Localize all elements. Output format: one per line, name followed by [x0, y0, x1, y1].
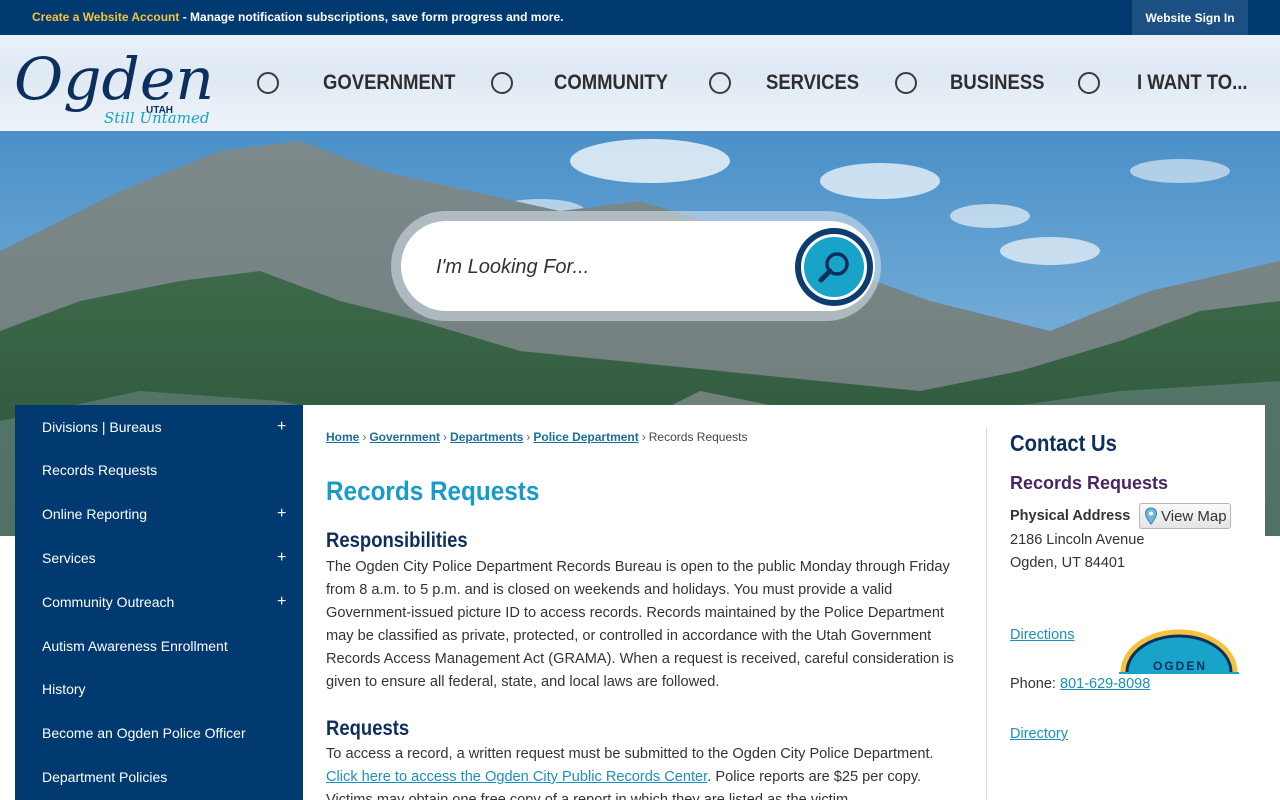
sidebar-item-label: Online Reporting [42, 506, 148, 522]
nav-label: SERVICES [766, 71, 860, 94]
sidebar-item-services[interactable]: Services + [15, 536, 303, 580]
logo-wordmark: Ogden [14, 45, 214, 113]
page-title: Records Requests [326, 476, 540, 506]
directory-link[interactable]: Directory [1010, 726, 1068, 742]
contact-title: Contact Us [1010, 430, 1117, 456]
nav-label: I WANT TO... [1137, 71, 1248, 94]
ogden-badge-text: OGDEN [1153, 659, 1207, 673]
create-account-link[interactable]: Create a Website Account [32, 10, 179, 24]
expand-icon[interactable]: + [277, 418, 286, 436]
breadcrumb-separator: › [362, 430, 367, 444]
sidebar-item-online-reporting[interactable]: Online Reporting + [15, 492, 303, 536]
breadcrumb-current: Records Requests [648, 430, 748, 444]
sidebar-nav: Divisions | Bureaus + Records Requests O… [15, 405, 303, 800]
nav-label: GOVERNMENT [323, 71, 456, 94]
requests-text-line1: To access a record, a written request mu… [326, 746, 934, 762]
nav-circle-icon [491, 72, 513, 94]
sidebar-item-label: Department Policies [42, 769, 168, 785]
expand-icon[interactable]: + [277, 505, 286, 523]
requests-text: To access a record, a written request mu… [326, 743, 966, 800]
physical-address-label: Physical Address [1010, 508, 1131, 524]
sidebar-item-label: History [42, 681, 86, 697]
sidebar-item-department-policies[interactable]: Department Policies [15, 755, 303, 799]
logo-tagline: Still Untamed [104, 109, 209, 127]
nav-circle-icon [257, 72, 279, 94]
sidebar-item-label: Divisions | Bureaus [42, 419, 162, 435]
breadcrumb-link-departments[interactable]: Departments [450, 430, 523, 444]
column-divider [986, 428, 987, 800]
nav-label: BUSINESS [950, 71, 1045, 94]
search-icon [801, 234, 867, 300]
nav-circle-icon [1078, 72, 1100, 94]
sidebar-item-label: Become an Ogden Police Officer [42, 725, 246, 741]
map-pin-icon [1144, 507, 1158, 525]
nav-community[interactable]: COMMUNITY [491, 35, 671, 131]
nav-business[interactable]: BUSINESS [895, 35, 1055, 131]
search-button[interactable] [795, 228, 873, 306]
phone-link[interactable]: 801-629-8098 [1060, 676, 1150, 692]
requests-heading: Requests [326, 717, 410, 740]
view-map-button[interactable]: View Map [1139, 503, 1231, 529]
expand-icon[interactable]: + [277, 549, 286, 567]
contact-subtitle: Records Requests [1010, 473, 1169, 493]
account-message: Create a Website Account - Manage notifi… [32, 10, 563, 24]
sidebar-item-label: Community Outreach [42, 594, 175, 610]
sidebar-item-label: Services [42, 550, 96, 566]
phone-row: Phone: 801-629-8098 [1010, 676, 1150, 692]
requests-text-line3: Victims may obtain one free copy of a re… [326, 792, 853, 800]
nav-label: COMMUNITY [554, 71, 668, 94]
breadcrumb-separator: › [526, 430, 531, 444]
nav-services[interactable]: SERVICES [709, 35, 869, 131]
breadcrumb-link-home[interactable]: Home [326, 430, 359, 444]
nav-government[interactable]: GOVERNMENT [257, 35, 455, 131]
search-input[interactable] [436, 252, 776, 282]
sign-in-button[interactable]: Website Sign In [1132, 0, 1248, 35]
address-street: 2186 Lincoln Avenue [1010, 532, 1145, 548]
responsibilities-heading: Responsibilities [326, 529, 468, 552]
breadcrumb-separator: › [443, 430, 448, 444]
sidebar-item-divisions-bureaus[interactable]: Divisions | Bureaus + [15, 405, 303, 449]
sidebar-item-become-officer[interactable]: Become an Ogden Police Officer [15, 711, 303, 755]
site-header: Ogden UTAH Still Untamed GOVERNMENT COMM… [0, 35, 1280, 131]
sidebar-item-label: Autism Awareness Enrollment [42, 638, 228, 654]
public-records-center-link[interactable]: Click here to access the Ogden City Publ… [326, 769, 707, 785]
breadcrumb-separator: › [641, 430, 646, 444]
nav-i-want-to[interactable]: I WANT TO... [1078, 35, 1258, 131]
breadcrumb: Home › Government › Departments › Police Depar… [326, 430, 747, 444]
ogden-logo[interactable]: Ogden UTAH Still Untamed [12, 39, 232, 129]
sidebar-item-label: Records Requests [42, 462, 158, 478]
address-city: Ogden, UT 84401 [1010, 555, 1126, 571]
breadcrumb-link-police-department[interactable]: Police Department [533, 430, 638, 444]
directions-link[interactable]: Directions [1010, 627, 1074, 643]
breadcrumb-link-government[interactable]: Government [369, 430, 440, 444]
ogden-badge-logo: OGDEN [1119, 629, 1239, 674]
expand-icon[interactable]: + [277, 593, 286, 611]
view-map-label: View Map [1161, 507, 1227, 525]
sidebar-item-records-requests[interactable]: Records Requests [15, 448, 303, 492]
requests-text-line2: . Police reports are $25 per copy. [707, 769, 922, 785]
nav-circle-icon [895, 72, 917, 94]
top-bar: Create a Website Account - Manage notifi… [0, 0, 1280, 35]
sidebar-item-community-outreach[interactable]: Community Outreach + [15, 580, 303, 624]
responsibilities-text: The Ogden City Police Department Records… [326, 559, 954, 690]
nav-circle-icon [709, 72, 731, 94]
account-message-text: - Manage notification subscriptions, sav… [179, 10, 564, 24]
sidebar-item-history[interactable]: History [15, 667, 303, 711]
phone-label: Phone: [1010, 676, 1060, 692]
sidebar-item-autism-awareness[interactable]: Autism Awareness Enrollment [15, 624, 303, 668]
